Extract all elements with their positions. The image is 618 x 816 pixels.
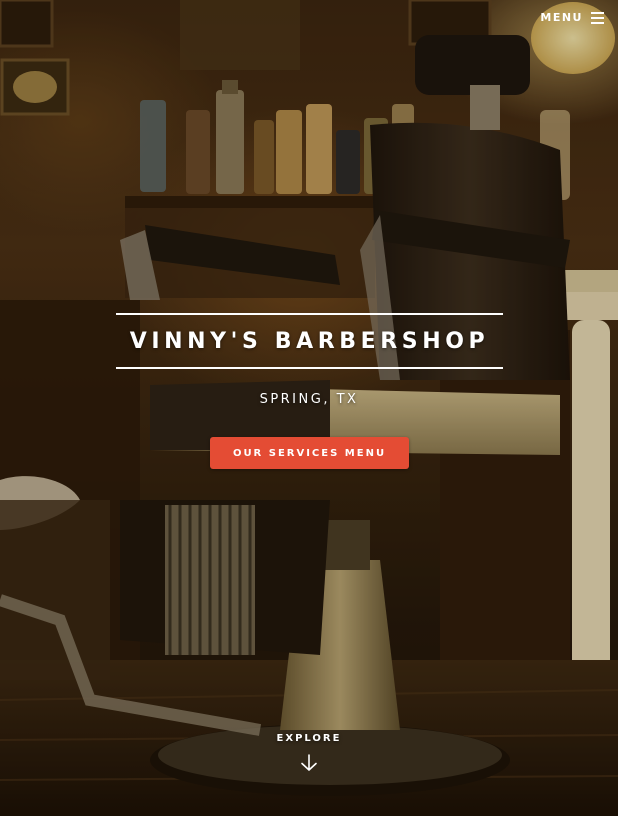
background-overlay — [0, 0, 618, 816]
explore-label: EXPLORE — [276, 733, 342, 744]
explore-link[interactable]: EXPLORE — [0, 733, 618, 772]
menu-toggle-button[interactable]: MENU — [540, 11, 604, 24]
location-subtitle: SPRING, TX — [259, 392, 359, 407]
page-title: VINNY'S BARBERSHOP — [129, 328, 490, 354]
hamburger-icon — [591, 12, 604, 24]
title-block: VINNY'S BARBERSHOP — [116, 313, 503, 369]
hero-section: MENU VINNY'S BARBERSHOP SPRING, TX OUR S… — [0, 0, 618, 816]
services-menu-button[interactable]: OUR SERVICES MENU — [210, 437, 409, 469]
arrow-down-icon — [301, 754, 317, 771]
menu-label: MENU — [540, 11, 583, 24]
